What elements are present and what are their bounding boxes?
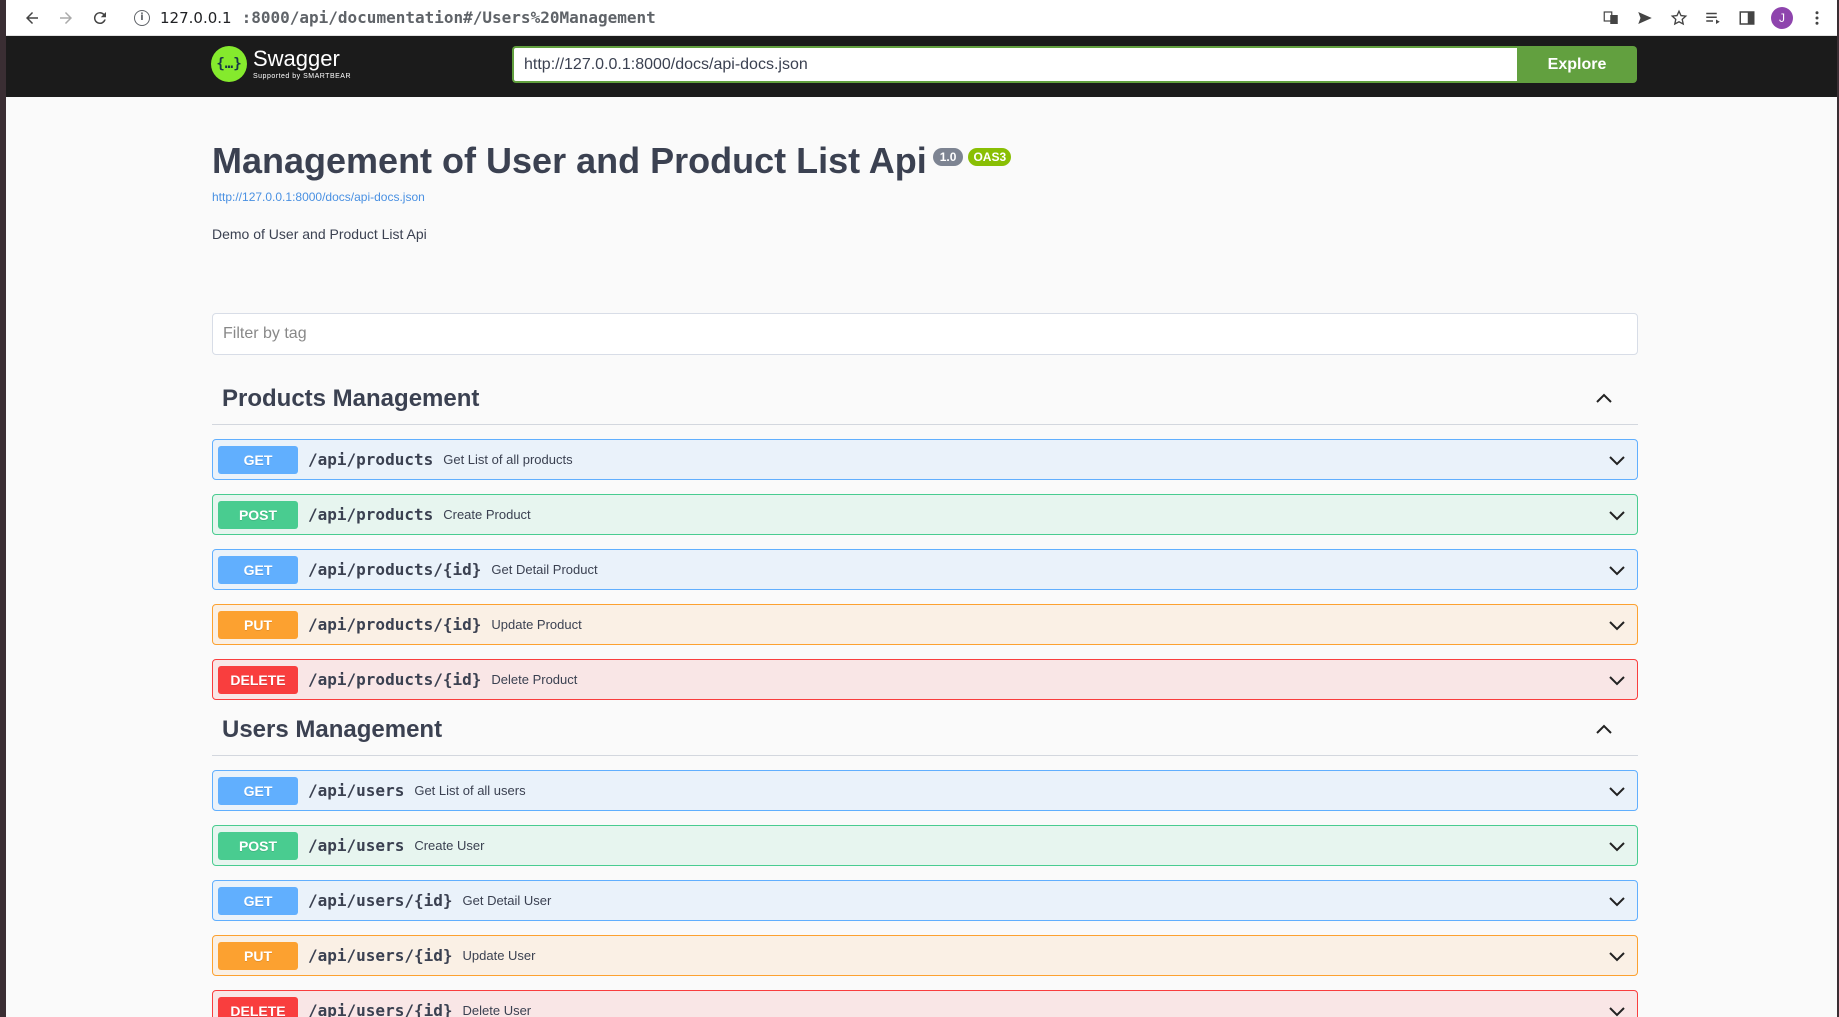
operation-row[interactable]: PUT /api/products/{id} Update Product	[212, 604, 1638, 645]
method-badge: PUT	[218, 610, 298, 639]
oas-badge: OAS3	[968, 148, 1012, 166]
operation-summary: Get List of all products	[443, 452, 573, 467]
chevron-down-icon[interactable]	[1607, 505, 1627, 525]
operation-path: /api/users	[308, 836, 405, 855]
method-badge: DELETE	[218, 665, 298, 694]
more-menu-icon[interactable]	[1807, 8, 1827, 28]
logo-tagline: Supported by SMARTBEAR	[253, 73, 352, 80]
chevron-down-icon[interactable]	[1607, 560, 1627, 580]
method-badge: GET	[218, 886, 298, 915]
operation-summary: Get List of all users	[414, 783, 526, 798]
operation-row[interactable]: GET /api/products Get List of all produc…	[212, 439, 1638, 480]
method-badge: DELETE	[218, 996, 298, 1017]
operation-row[interactable]: DELETE /api/products/{id} Delete Product	[212, 659, 1638, 700]
method-badge: PUT	[218, 941, 298, 970]
operation-summary: Update Product	[491, 617, 582, 632]
method-badge: GET	[218, 555, 298, 584]
reload-icon[interactable]	[86, 4, 114, 32]
api-info: Management of User and Product List Api …	[212, 140, 1012, 242]
operation-path: /api/products/{id}	[308, 615, 482, 634]
section-header[interactable]: Products Management	[212, 373, 1638, 425]
section-title: Users Management	[222, 715, 443, 743]
operation-summary: Create Product	[443, 507, 531, 522]
screen: i 127.0.0.1 :8000/api/documentation#/User…	[0, 0, 1839, 1017]
operation-path: /api/users/{id}	[308, 1001, 453, 1017]
forward-icon[interactable]	[52, 4, 80, 32]
operation-path: /api/products	[308, 450, 434, 469]
operation-row[interactable]: POST /api/products Create Product	[212, 494, 1638, 535]
swagger-logo-icon: {…}	[211, 46, 247, 82]
operation-path: /api/users	[308, 781, 405, 800]
translate-icon[interactable]	[1601, 8, 1621, 28]
method-badge: GET	[218, 776, 298, 805]
operation-row[interactable]: DELETE /api/users/{id} Delete User	[212, 990, 1638, 1017]
swagger-logo[interactable]: {…} Swagger Supported by SMARTBEAR	[211, 46, 351, 82]
chevron-down-icon[interactable]	[1607, 836, 1627, 856]
chevron-down-icon[interactable]	[1607, 946, 1627, 966]
operation-summary: Delete User	[462, 1003, 532, 1017]
chevron-down-icon[interactable]	[1607, 670, 1627, 690]
api-description: Demo of User and Product List Api	[212, 226, 427, 242]
logo-name: Swagger	[253, 46, 340, 71]
filter-by-tag-input[interactable]: Filter by tag	[212, 313, 1638, 355]
back-icon[interactable]	[18, 4, 46, 32]
page-title: Management of User and Product List Api	[212, 140, 927, 181]
chevron-down-icon[interactable]	[1607, 781, 1627, 801]
operation-path: /api/products	[308, 505, 434, 524]
explore-form: http://127.0.0.1:8000/docs/api-docs.json…	[512, 46, 1637, 83]
send-icon[interactable]	[1635, 8, 1655, 28]
method-badge: GET	[218, 445, 298, 474]
operation-summary: Delete Product	[491, 672, 578, 687]
method-badge: POST	[218, 831, 298, 860]
operation-row[interactable]: POST /api/users Create User	[212, 825, 1638, 866]
url-path: :8000/api/documentation#/Users%20Managem…	[241, 8, 656, 27]
chevron-up-icon[interactable]	[1594, 389, 1614, 409]
chevron-down-icon[interactable]	[1607, 450, 1627, 470]
operation-row[interactable]: GET /api/users Get List of all users	[212, 770, 1638, 811]
spec-link[interactable]: http://127.0.0.1:8000/docs/api-docs.json	[212, 190, 1011, 204]
operation-path: /api/users/{id}	[308, 946, 453, 965]
operation-summary: Update User	[462, 948, 536, 963]
chevron-down-icon[interactable]	[1607, 615, 1627, 635]
operation-row[interactable]: GET /api/users/{id} Get Detail User	[212, 880, 1638, 921]
method-badge: POST	[218, 500, 298, 529]
spec-url-input[interactable]: http://127.0.0.1:8000/docs/api-docs.json	[512, 46, 1517, 83]
reading-list-icon[interactable]	[1703, 8, 1723, 28]
operation-summary: Get Detail User	[462, 893, 552, 908]
operation-summary: Get Detail Product	[491, 562, 598, 577]
bookmark-star-icon[interactable]	[1669, 8, 1689, 28]
operation-path: /api/products/{id}	[308, 560, 482, 579]
browser-toolbar: i 127.0.0.1 :8000/api/documentation#/User…	[6, 0, 1837, 36]
chevron-down-icon[interactable]	[1607, 1001, 1627, 1017]
operation-path: /api/products/{id}	[308, 670, 482, 689]
operation-summary: Create User	[414, 838, 485, 853]
section-header[interactable]: Users Management	[212, 704, 1638, 756]
address-bar[interactable]: i 127.0.0.1 :8000/api/documentation#/User…	[134, 8, 656, 27]
profile-avatar[interactable]: J	[1771, 6, 1793, 29]
site-info-icon[interactable]: i	[134, 9, 150, 26]
section-users-management: Users Management GET /api/users Get List…	[212, 704, 1638, 1017]
explore-button[interactable]: Explore	[1517, 46, 1637, 83]
operation-path: /api/users/{id}	[308, 891, 453, 910]
section-title: Products Management	[222, 384, 480, 412]
chevron-down-icon[interactable]	[1607, 891, 1627, 911]
version-badge: 1.0	[932, 148, 964, 166]
browser-actions: J	[1601, 6, 1827, 29]
operation-row[interactable]: PUT /api/users/{id} Update User	[212, 935, 1638, 976]
operation-row[interactable]: GET /api/products/{id} Get Detail Produc…	[212, 549, 1638, 590]
swagger-topbar: {…} Swagger Supported by SMARTBEAR http:…	[6, 36, 1837, 97]
chevron-up-icon[interactable]	[1594, 720, 1614, 740]
section-products-management: Products Management GET /api/products Ge…	[212, 373, 1638, 700]
url-host: 127.0.0.1	[160, 8, 232, 27]
side-panel-icon[interactable]	[1737, 8, 1757, 28]
